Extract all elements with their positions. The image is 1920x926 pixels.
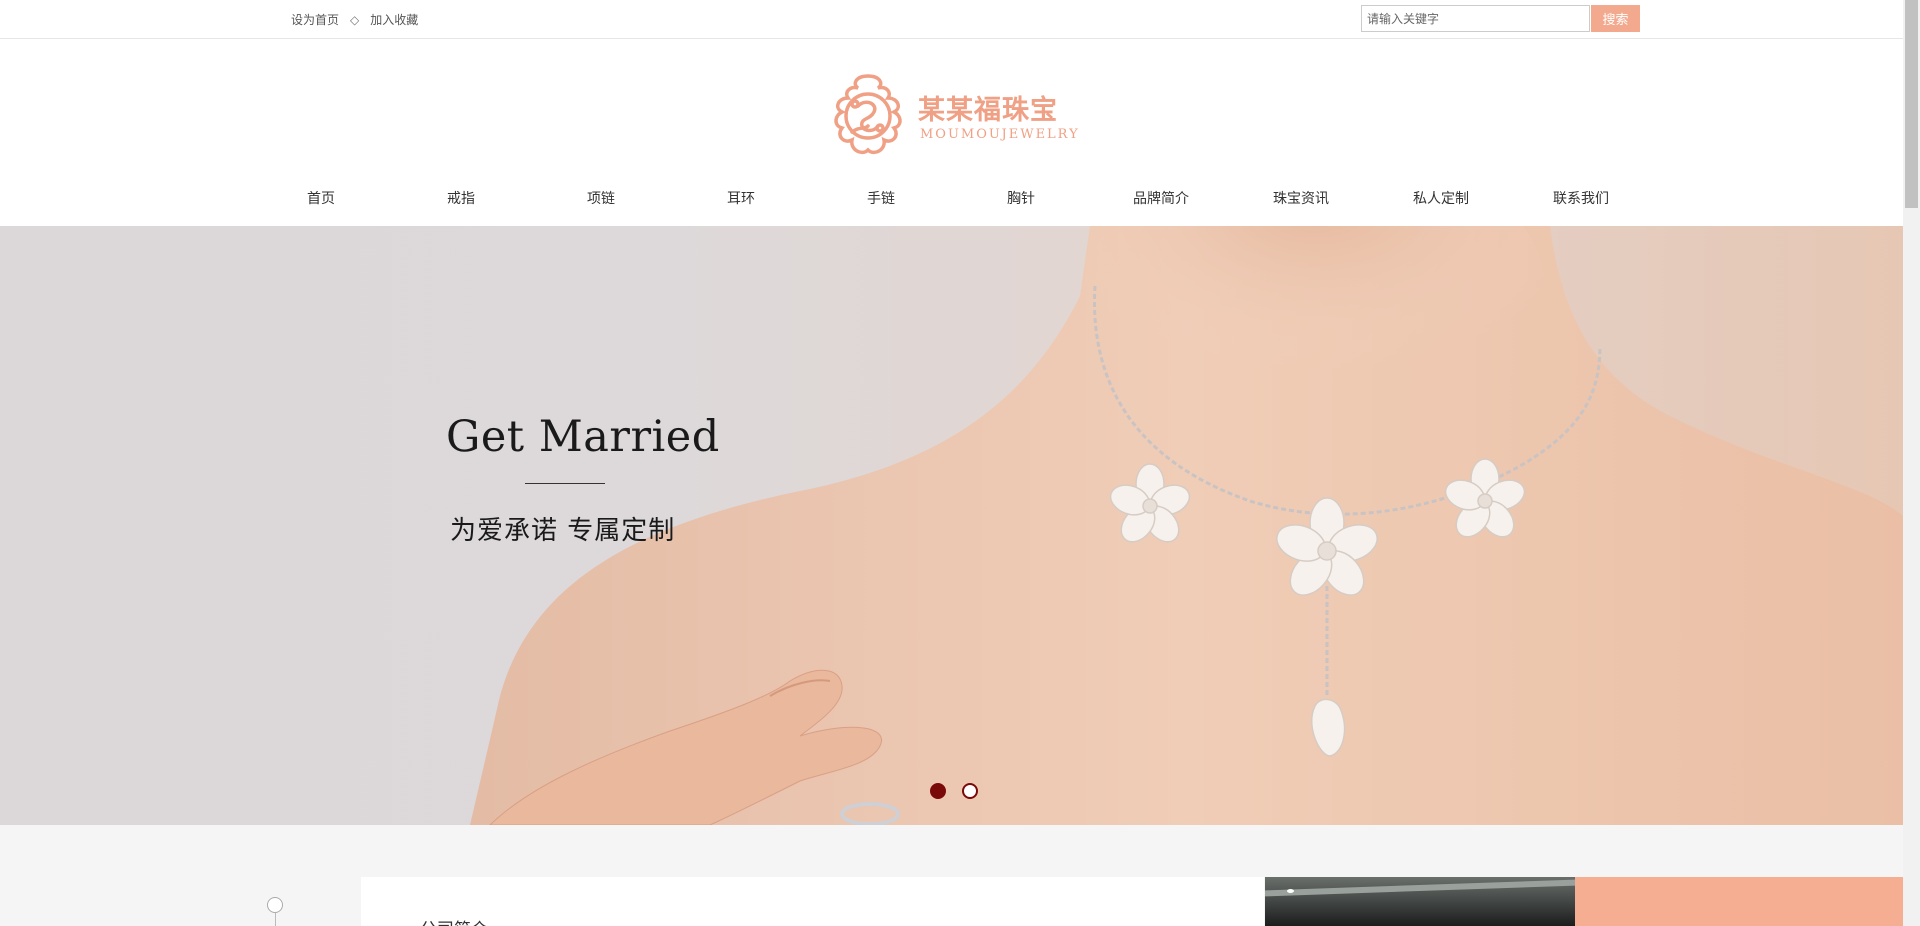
peach-panel [1575,877,1903,926]
banner-subtitle: 为爱承诺 专属定制 [450,516,676,546]
page-scrollbar[interactable] [1903,0,1920,926]
set-home-link[interactable]: 设为首页 [291,11,339,28]
slide-dot-1[interactable] [930,783,946,799]
scrollbar-thumb[interactable] [1905,0,1918,208]
top-links: 设为首页 ◇ 加入收藏 [291,11,418,28]
logo-english-name: MOUMOUJEWELRY [920,127,1080,142]
search-button[interactable]: 搜索 [1591,5,1640,32]
search-input[interactable] [1361,5,1590,32]
banner-necklace-photo [470,226,1903,825]
hero-banner[interactable]: Get Married 为爱承诺 专属定制 [0,226,1903,825]
diamond-separator-icon: ◇ [350,12,360,27]
slide-dot-2[interactable] [962,783,978,799]
logo-chinese-name: 某某福珠宝 [918,95,1058,126]
nav-item-news[interactable]: 珠宝资讯 [1231,188,1371,212]
nav-item-bracelets[interactable]: 手链 [811,188,951,212]
logo-emblem-icon [834,74,902,155]
main-nav: 首页 戒指 项链 耳环 手链 胸针 品牌简介 珠宝资讯 私人定制 联系我们 [251,188,1651,212]
timeline-circle-icon [267,897,283,913]
site-logo[interactable]: 某某福珠宝 MOUMOUJEWELRY [822,70,1078,162]
nav-item-necklaces[interactable]: 项链 [531,188,671,212]
nav-item-brand[interactable]: 品牌简介 [1091,188,1231,212]
nav-item-home[interactable]: 首页 [251,188,391,212]
nav-item-earrings[interactable]: 耳环 [671,188,811,212]
banner-divider [525,483,605,484]
add-favorite-link[interactable]: 加入收藏 [370,11,418,28]
company-photo [1265,877,1575,926]
banner-headline: Get Married [446,412,720,462]
company-intro-card [361,877,1264,926]
nav-item-brooches[interactable]: 胸针 [951,188,1091,212]
timeline-line [275,913,276,926]
nav-item-rings[interactable]: 戒指 [391,188,531,212]
nav-item-contact[interactable]: 联系我们 [1511,188,1651,212]
top-bar: 设为首页 ◇ 加入收藏 搜索 [0,0,1903,39]
nav-item-custom[interactable]: 私人定制 [1371,188,1511,212]
company-intro-title: 公司简介 [420,915,488,926]
